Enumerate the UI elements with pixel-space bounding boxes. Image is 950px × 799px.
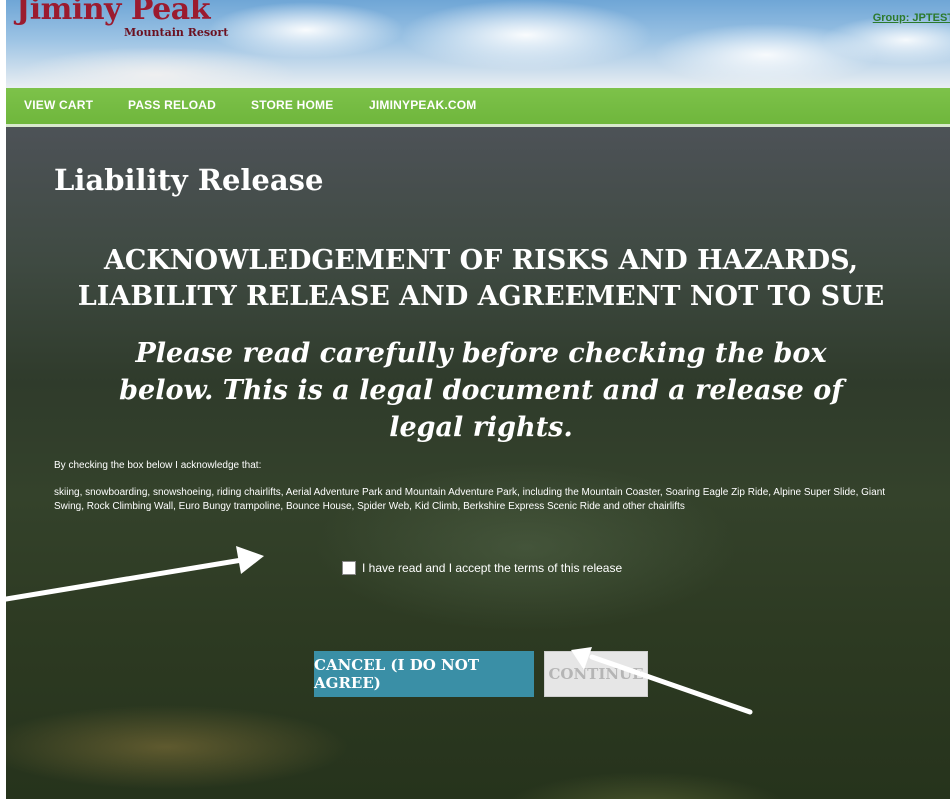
nav-store-home[interactable]: STORE HOME (251, 98, 333, 112)
release-intro: By checking the box below I acknowledge … (54, 460, 262, 471)
release-warning-line-3: legal rights. (389, 412, 573, 443)
logo[interactable]: Jiminy Peak (16, 0, 210, 27)
release-terms-text[interactable]: skiing, snowboarding, snowshoeing, ridin… (54, 486, 914, 511)
group-link[interactable]: Group: JPTEST (873, 12, 950, 24)
nav-view-cart[interactable]: VIEW CART (24, 98, 93, 112)
accept-label: I have read and I accept the terms of th… (362, 561, 623, 575)
main-content: Liability Release ACKNOWLEDGEMENT OF RIS… (6, 127, 950, 799)
accept-terms[interactable]: I have read and I accept the terms of th… (342, 559, 622, 577)
release-heading: ACKNOWLEDGEMENT OF RISKS AND HAZARDS, LI… (46, 243, 916, 315)
cancel-button[interactable]: CANCEL (I DO NOT AGREE) (314, 651, 534, 697)
header-banner: Jiminy Peak Mountain Resort Group: JPTES… (6, 0, 950, 88)
accept-checkbox[interactable] (342, 561, 356, 575)
release-warning-line-2: below. This is a legal document and a re… (119, 375, 843, 406)
nav-bar: VIEW CART PASS RELOAD STORE HOME JIMINYP… (6, 88, 950, 127)
release-heading-line-2: LIABILITY RELEASE AND AGREEMENT NOT TO S… (77, 281, 885, 312)
page-title: Liability Release (54, 163, 324, 197)
logo-subtitle: Mountain Resort (124, 26, 229, 39)
release-heading-line-1: ACKNOWLEDGEMENT OF RISKS AND HAZARDS, (103, 245, 859, 276)
release-warning-line-1: Please read carefully before checking th… (135, 338, 827, 369)
continue-button[interactable]: CONTINUE (544, 651, 648, 697)
nav-jiminypeak-com[interactable]: JIMINYPEAK.COM (369, 98, 476, 112)
nav-pass-reload[interactable]: PASS RELOAD (128, 98, 216, 112)
release-warning: Please read carefully before checking th… (46, 335, 916, 446)
